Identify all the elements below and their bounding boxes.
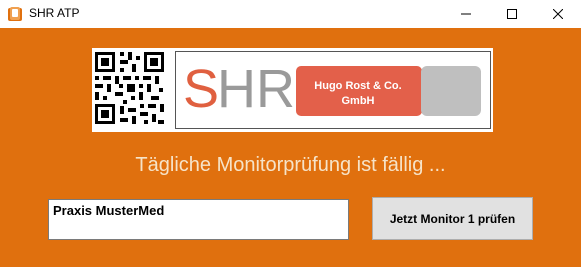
logo-grey-block — [421, 66, 481, 116]
shr-logo-s: S — [183, 59, 220, 119]
maximize-icon — [507, 9, 517, 19]
company-name-line1: Hugo Rost & Co. — [314, 80, 402, 92]
close-icon — [553, 9, 563, 19]
monitor-check-notice: Tägliche Monitorprüfung ist fällig ... — [135, 154, 446, 176]
title-bar: SHR ATP — [0, 0, 581, 28]
minimize-button[interactable] — [443, 0, 489, 28]
app-icon — [8, 7, 22, 21]
company-name-line2: GmbH — [341, 95, 375, 107]
maximize-button[interactable] — [489, 0, 535, 28]
window-title: SHR ATP — [29, 6, 80, 20]
practice-name-field[interactable]: Praxis MusterMed — [48, 199, 349, 240]
qr-code-icon — [92, 48, 168, 132]
minimize-icon — [461, 13, 471, 15]
check-monitor-button[interactable]: Jetzt Monitor 1 prüfen — [372, 197, 533, 240]
shr-logo-hr: HR — [217, 59, 295, 119]
close-button[interactable] — [535, 0, 581, 28]
